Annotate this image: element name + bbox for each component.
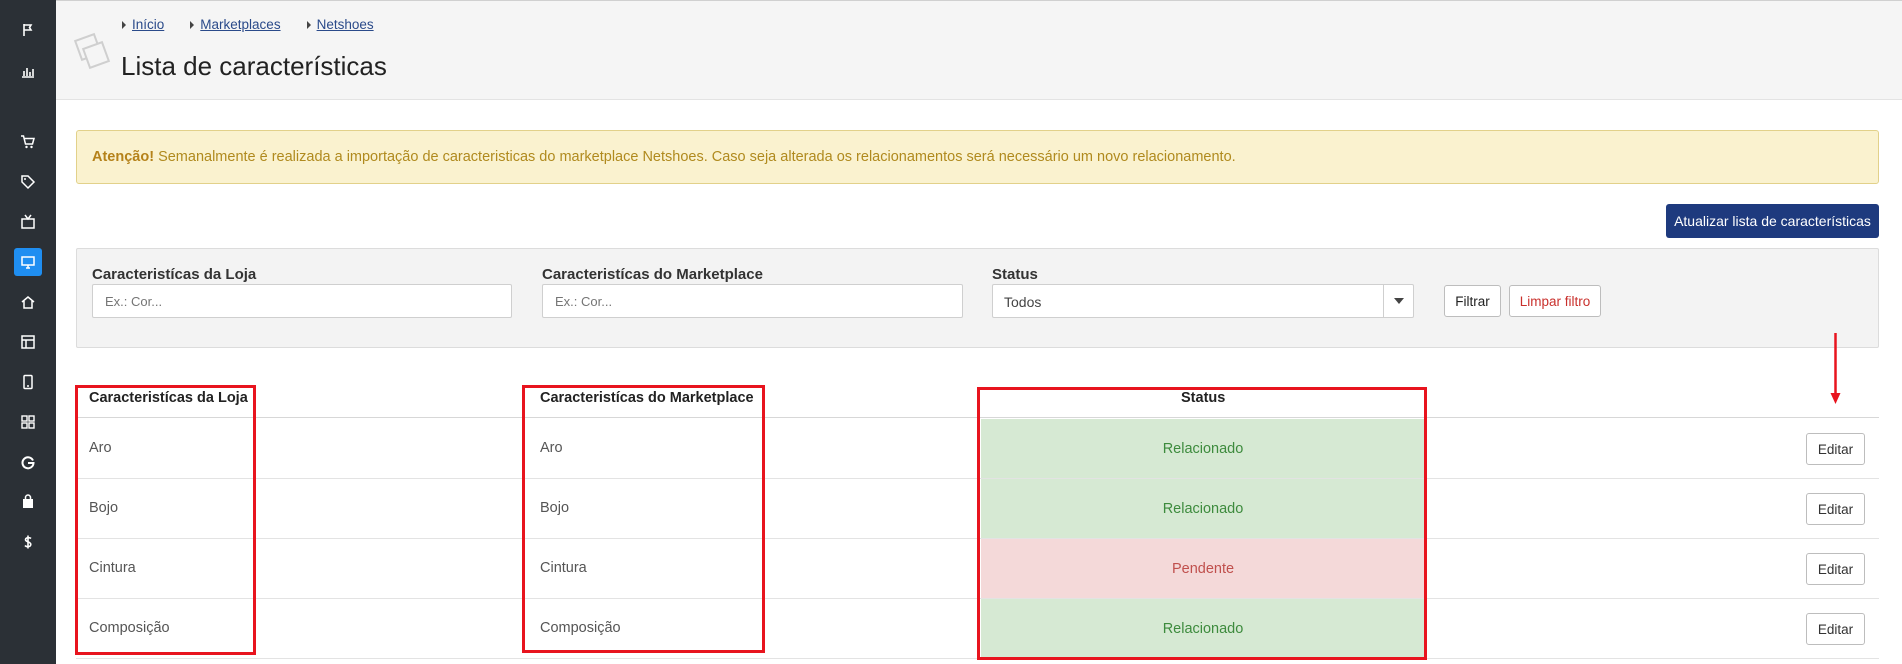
page-logo-icon (73, 32, 111, 70)
caret-right-icon (122, 20, 126, 29)
breadcrumb-item-marketplaces: Marketplaces (190, 17, 281, 32)
flag-icon[interactable] (14, 16, 42, 44)
update-characteristics-button[interactable]: Atualizar lista de características (1666, 204, 1879, 238)
breadcrumb-item-inicio: Início (122, 17, 164, 32)
layout-icon[interactable] (14, 328, 42, 356)
tag-icon[interactable] (14, 168, 42, 196)
monitor-icon[interactable] (14, 248, 42, 276)
edit-button[interactable]: Editar (1806, 493, 1865, 525)
caret-right-icon (190, 20, 195, 29)
breadcrumb-link-marketplaces[interactable]: Marketplaces (200, 17, 280, 32)
store-filter-label: Caracteristícas da Loja (92, 266, 257, 283)
store-filter-input[interactable] (92, 284, 512, 318)
edit-button[interactable]: Editar (1806, 433, 1865, 465)
mobile-icon[interactable] (14, 368, 42, 396)
status-filter-select[interactable]: Todos (992, 284, 1414, 318)
edit-button[interactable]: Editar (1806, 553, 1865, 585)
alert-strong-label: Atenção! (92, 149, 155, 165)
breadcrumb: Início Marketplaces Netshoes (122, 17, 374, 32)
breadcrumb-link-netshoes[interactable]: Netshoes (317, 17, 374, 32)
bar-chart-icon[interactable] (14, 57, 42, 85)
chevron-down-icon[interactable] (1383, 285, 1413, 317)
sidebar (0, 0, 56, 664)
breadcrumb-item-netshoes: Netshoes (306, 17, 374, 32)
annotation-box-marketplace-column (522, 385, 765, 653)
tv-icon[interactable] (14, 208, 42, 236)
bag-icon[interactable] (14, 488, 42, 516)
page-header: Início Marketplaces Netshoes Lista de ca… (56, 0, 1902, 100)
filter-button[interactable]: Filtrar (1444, 285, 1501, 317)
caret-right-icon (306, 20, 311, 29)
page-title: Lista de características (121, 51, 387, 81)
status-filter-label: Status (992, 266, 1038, 283)
marketplace-filter-label: Caracteristícas do Marketplace (542, 266, 763, 283)
status-filter-value: Todos (1004, 294, 1042, 310)
annotation-box-status-column (977, 387, 1427, 660)
filter-panel: Caracteristícas da Loja Caracteristícas … (76, 248, 1879, 348)
breadcrumb-link-inicio[interactable]: Início (132, 17, 164, 32)
dollar-icon[interactable] (14, 528, 42, 556)
warning-alert: Atenção! Semanalmente é realizada a impo… (76, 130, 1879, 184)
alert-text: Semanalmente é realizada a importação de… (154, 149, 1236, 165)
google-icon[interactable] (14, 448, 42, 476)
clear-filter-button[interactable]: Limpar filtro (1509, 285, 1601, 317)
grid-icon[interactable] (14, 408, 42, 436)
cart-icon[interactable] (14, 128, 42, 156)
home-icon[interactable] (14, 288, 42, 316)
annotation-box-store-column (75, 385, 256, 655)
edit-button[interactable]: Editar (1806, 613, 1865, 645)
marketplace-filter-input[interactable] (542, 284, 963, 318)
annotation-arrow-down-icon (1830, 333, 1841, 404)
